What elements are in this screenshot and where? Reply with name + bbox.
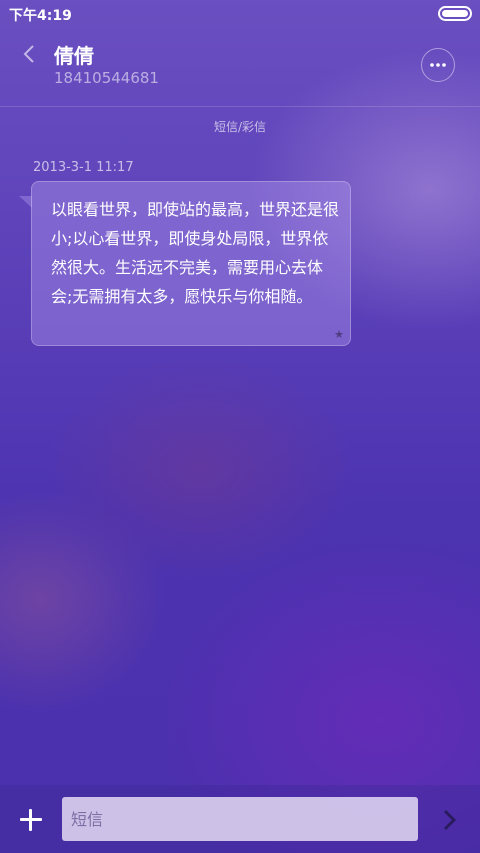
message-text: 以眼看世界，即使站的最高，世界还是很小;以心看世界，即使身处局限，世界依然很大。… [51,200,340,306]
send-icon[interactable] [440,809,460,831]
sms-input[interactable] [62,797,418,841]
message-timestamp: 2013-3-1 11:17 [33,160,134,175]
message-type-label: 短信/彩信 [213,120,267,134]
add-attachment-button[interactable] [18,807,44,833]
status-time: 下午4:19 [9,8,72,24]
status-bar: 下午4:19 [0,0,480,28]
back-icon[interactable] [20,44,40,64]
message-bubble[interactable]: 以眼看世界，即使站的最高，世界还是很小;以心看世界，即使身处局限，世界依然很大。… [31,181,351,346]
compose-bar [0,785,480,853]
header-divider [0,106,480,107]
more-options-button[interactable] [421,48,455,82]
battery-icon [438,6,472,21]
more-dots-icon [430,63,446,67]
contact-number: 18410544681 [54,69,159,87]
conversation-header: 倩倩 18410544681 [0,28,480,106]
contact-name: 倩倩 [54,44,94,68]
star-icon: ★ [334,328,344,341]
